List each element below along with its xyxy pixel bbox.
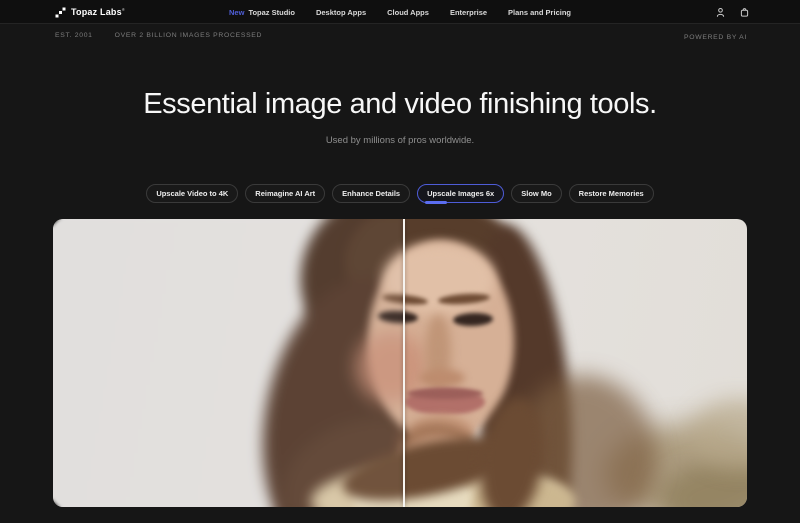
images-processed-label: OVER 2 BILLION IMAGES PROCESSED bbox=[114, 31, 263, 39]
before-side-overlay bbox=[53, 219, 403, 507]
brand-logo[interactable]: Topaz Labs® bbox=[55, 0, 125, 24]
powered-by-label: POWERED BY AI bbox=[684, 34, 747, 41]
tab-restore-memories[interactable]: Restore Memories bbox=[568, 184, 654, 203]
tab-enhance-details[interactable]: Enhance Details bbox=[332, 184, 411, 203]
nav-item-plans-pricing[interactable]: Plans and Pricing bbox=[508, 8, 571, 17]
info-bar-right: POWERED BY AI bbox=[684, 26, 747, 44]
cart-icon[interactable] bbox=[739, 7, 750, 18]
account-icon[interactable] bbox=[715, 7, 726, 18]
nav-item-cloud-apps[interactable]: Cloud Apps bbox=[387, 8, 429, 17]
tab-upscale-video-4k[interactable]: Upscale Video to 4K bbox=[146, 184, 239, 203]
info-bar: EST. 2001 OVER 2 BILLION IMAGES PROCESSE… bbox=[0, 25, 800, 45]
tab-slow-mo[interactable]: Slow Mo bbox=[511, 184, 562, 203]
feature-tabs: Upscale Video to 4K Reimagine AI Art Enh… bbox=[0, 184, 800, 204]
topaz-labs-homepage: Topaz Labs® New Topaz Studio Desktop App… bbox=[0, 0, 800, 523]
nav-icon-group bbox=[715, 0, 750, 24]
trademark-symbol: ® bbox=[121, 7, 125, 12]
nav-item-enterprise[interactable]: Enterprise bbox=[450, 8, 487, 17]
page-subtitle: Used by millions of pros worldwide. bbox=[325, 135, 475, 146]
tab-progress-bar bbox=[425, 201, 448, 204]
comparison-divider[interactable] bbox=[402, 219, 405, 507]
tab-upscale-images-6x[interactable]: Upscale Images 6x bbox=[417, 184, 505, 204]
woman-nose bbox=[419, 369, 465, 387]
info-bar-left: EST. 2001 OVER 2 BILLION IMAGES PROCESSE… bbox=[55, 32, 262, 39]
page-title: Essential image and video finishing tool… bbox=[143, 88, 657, 120]
nav-item-topaz-studio[interactable]: New Topaz Studio bbox=[229, 8, 295, 17]
new-badge: New bbox=[229, 7, 245, 17]
top-nav: Topaz Labs® New Topaz Studio Desktop App… bbox=[0, 0, 800, 24]
brand-name: Topaz Labs® bbox=[71, 7, 125, 17]
topaz-logo-icon bbox=[55, 7, 66, 17]
established-label: EST. 2001 bbox=[55, 31, 93, 39]
woman-lips bbox=[407, 388, 483, 399]
main-nav-links: New Topaz Studio Desktop Apps Cloud Apps… bbox=[229, 0, 571, 24]
nav-item-desktop-apps[interactable]: Desktop Apps bbox=[316, 8, 366, 17]
comparison-image bbox=[53, 219, 747, 507]
tab-reimagine-ai-art[interactable]: Reimagine AI Art bbox=[245, 184, 326, 203]
